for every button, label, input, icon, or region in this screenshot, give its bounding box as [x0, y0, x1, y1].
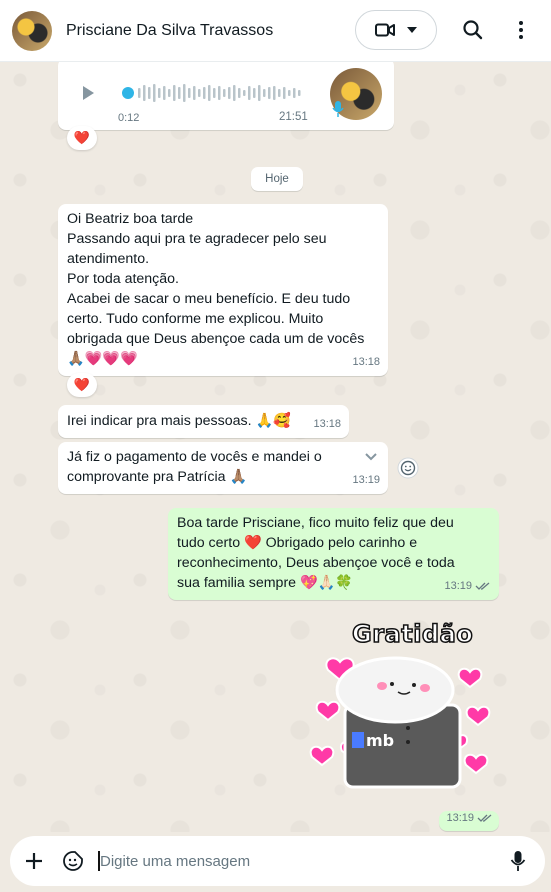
sticker-time: 13:19 — [446, 812, 474, 824]
contact-name[interactable]: Prisciane Da Silva Travassos — [66, 22, 273, 40]
audio-waveform[interactable] — [122, 83, 322, 103]
message-composer — [10, 836, 545, 886]
message-time: 13:18 — [352, 356, 380, 368]
incoming-message[interactable]: Oi Beatriz boa tarde Passando aqui pra t… — [58, 204, 388, 376]
message-time: 13:19 — [352, 474, 380, 486]
video-call-button[interactable] — [355, 10, 437, 50]
message-time-container: 13:19 — [444, 576, 491, 596]
chevron-down-icon[interactable] — [364, 452, 378, 462]
sticker-icon[interactable] — [62, 850, 84, 872]
message-time: 13:19 — [444, 580, 472, 592]
read-ticks-icon — [477, 814, 492, 822]
sticker-image[interactable]: mb — [300, 650, 500, 790]
audio-time: 21:51 — [279, 111, 308, 123]
message-text: Boa tarde Prisciane, fico muito feliz qu… — [177, 515, 455, 591]
incoming-message[interactable]: Já fiz o pagamento de vocês e mandei o c… — [58, 442, 388, 494]
message-text: Irei indicar pra mais pessoas. 🙏🥰 — [67, 413, 291, 429]
sticker-brand: mb — [366, 731, 394, 750]
outgoing-message[interactable]: Boa tarde Prisciane, fico muito feliz qu… — [168, 508, 499, 600]
sticker-title: Gratidão — [351, 619, 474, 649]
microphone-icon — [332, 101, 344, 117]
day-separator: Hoje — [251, 167, 303, 191]
react-emoji-icon[interactable] — [397, 457, 419, 479]
plus-icon[interactable] — [24, 851, 44, 871]
play-icon[interactable] — [82, 85, 96, 101]
message-text: Oi Beatriz boa tarde Passando aqui pra t… — [67, 211, 365, 367]
chevron-down-icon — [407, 27, 417, 33]
audio-duration: 0:12 — [118, 112, 140, 124]
search-icon[interactable] — [461, 18, 485, 42]
sticker-time-container: 13:19 — [446, 808, 493, 828]
microphone-icon[interactable] — [510, 850, 526, 872]
video-camera-icon — [375, 23, 395, 37]
more-vertical-icon[interactable] — [509, 18, 533, 42]
message-text: Já fiz o pagamento de vocês e mandei o c… — [67, 449, 322, 485]
incoming-message[interactable]: Irei indicar pra mais pessoas. 🙏🥰 13:18 — [58, 405, 349, 438]
contact-avatar[interactable] — [12, 10, 52, 51]
heart-reaction[interactable]: ❤️ — [67, 126, 97, 150]
message-time: 13:18 — [313, 418, 341, 430]
heart-reaction[interactable]: ❤️ — [67, 373, 97, 397]
message-input[interactable] — [100, 846, 480, 876]
read-ticks-icon — [475, 582, 490, 590]
sticker-time-chip: 13:19 — [439, 811, 499, 831]
chat-header: Prisciane Da Silva Travassos — [0, 0, 551, 62]
